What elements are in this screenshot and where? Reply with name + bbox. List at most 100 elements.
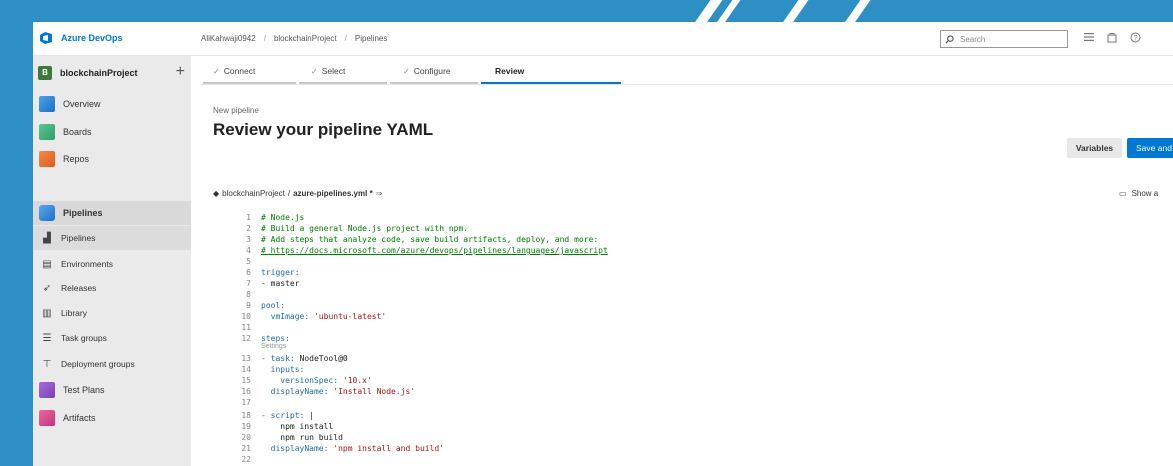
line-number: 17 [241, 398, 251, 407]
sidebar-item-overview[interactable]: Overview [33, 92, 191, 116]
add-icon[interactable]: + [176, 63, 185, 81]
sidebar-item-deployment-groups[interactable]: ⊤ Deployment groups [33, 352, 191, 376]
brand-name: Azure DevOps [61, 33, 123, 43]
project-name: blockchainProject [60, 68, 138, 78]
list-icon[interactable] [1082, 32, 1096, 46]
sidebar-item-label: Releases [61, 283, 97, 293]
brand[interactable]: Azure DevOps [39, 32, 123, 44]
sidebar-item-environments[interactable]: ▤ Environments [33, 252, 191, 276]
task-groups-icon: ☰ [42, 332, 52, 344]
breadcrumb: AliKahwaji0942 / blockchainProject / Pip… [201, 34, 387, 43]
variables-button[interactable]: Variables [1067, 138, 1122, 158]
code-text: displayName: 'Install Node.js' [261, 386, 416, 397]
sidebar-item-label: Boards [63, 127, 92, 137]
rename-icon[interactable]: ⇒ [376, 189, 383, 198]
sidebar-item-label: Overview [63, 99, 101, 109]
code-text: - master [261, 279, 300, 288]
step-progress-review [481, 82, 621, 84]
releases-icon: ➶ [42, 282, 52, 294]
code-text: # Add steps that analyze code, save buil… [261, 235, 599, 244]
breadcrumb-pipelines[interactable]: Pipelines [355, 34, 387, 43]
step-progress-connect [203, 82, 296, 84]
line-number: 19 [241, 422, 251, 431]
breadcrumb-separator: / [263, 34, 266, 43]
sidebar-item-test-plans[interactable]: Test Plans [33, 378, 191, 402]
yaml-value: NodeTool@0 [294, 354, 348, 363]
yaml-key: - script: [261, 411, 305, 420]
sidebar: B blockchainProject + Overview Boards Re… [33, 56, 191, 466]
boards-icon [39, 124, 55, 140]
code-text: trigger: [261, 268, 300, 277]
breadcrumb-separator: / [344, 34, 347, 43]
page-title: Review your pipeline YAML [213, 120, 434, 139]
yaml-value: '10.x' [338, 376, 372, 385]
shopping-bag-icon[interactable] [1105, 32, 1119, 46]
check-icon: ✓ [311, 66, 318, 76]
code-text: - task: NodeTool@0 [261, 353, 348, 364]
yaml-key: versionSpec: [261, 376, 339, 385]
step-label: Select [321, 66, 346, 76]
sidebar-item-label: Task groups [61, 333, 107, 343]
sidebar-item-label: Environments [61, 259, 113, 269]
save-and-run-button[interactable]: Save and r [1127, 138, 1173, 158]
file-name[interactable]: azure-pipelines.yml * [293, 189, 373, 198]
sidebar-item-task-groups[interactable]: ☰ Task groups [33, 326, 191, 350]
environments-icon: ▤ [42, 258, 52, 270]
sidebar-item-releases[interactable]: ➶ Releases [33, 276, 191, 300]
search-placeholder: Search [960, 34, 986, 44]
line-number: 1 [246, 213, 251, 222]
svg-text:?: ? [1133, 35, 1137, 42]
yaml-value: 'npm install and build' [328, 444, 445, 453]
file-path-separator: / [287, 189, 291, 198]
line-number: 16 [241, 387, 251, 396]
sidebar-item-pipelines-sub[interactable]: ▟ Pipelines [33, 226, 191, 250]
line-number: 13 [241, 354, 251, 363]
azure-devops-logo-icon [40, 32, 52, 44]
sidebar-item-label: Test Plans [63, 385, 105, 395]
yaml-key: displayName: [261, 387, 329, 396]
code-text: versionSpec: '10.x' [261, 375, 372, 386]
sidebar-item-library[interactable]: ▥ Library [33, 301, 191, 325]
overview-icon [39, 96, 55, 112]
codelens-settings[interactable]: Settings [261, 343, 286, 350]
azure-devops-window: Azure DevOps AliKahwaji0942 / blockchain… [33, 22, 1173, 466]
sidebar-item-artifacts[interactable]: Artifacts [33, 406, 191, 430]
search-box[interactable]: Search [940, 30, 1068, 48]
sidebar-item-repos[interactable]: Repos [33, 147, 191, 171]
line-number: 12 [241, 334, 251, 343]
line-number: 21 [241, 444, 251, 453]
code-text: # https://docs.microsoft.com/azure/devop… [261, 246, 608, 255]
assistant-icon: ▭ [1119, 189, 1127, 198]
show-assistant-toggle[interactable]: ▭ Show a [1119, 189, 1158, 198]
sidebar-item-label: Deployment groups [61, 359, 135, 369]
step-configure[interactable]: ✓ Configure [403, 66, 451, 76]
code-text: pool: [261, 301, 286, 310]
check-icon: ✓ [403, 66, 410, 76]
line-number: 18 [241, 411, 251, 420]
sidebar-item-label: Pipelines [61, 233, 96, 243]
line-number: 15 [241, 376, 251, 385]
project-header[interactable]: B blockchainProject + [33, 56, 191, 90]
sidebar-item-boards[interactable]: Boards [33, 120, 191, 144]
step-connect[interactable]: ✓ Connect [213, 66, 255, 76]
line-number: 3 [246, 235, 251, 244]
help-icon[interactable]: ? [1128, 32, 1142, 46]
code-text: npm install [261, 422, 334, 431]
file-path: ◆ blockchainProject / azure-pipelines.ym… [213, 189, 382, 198]
sidebar-item-label: Artifacts [63, 413, 96, 423]
sidebar-item-label: Pipelines [63, 208, 103, 218]
top-bar: Azure DevOps AliKahwaji0942 / blockchain… [33, 22, 1173, 56]
test-plans-icon [39, 382, 55, 398]
line-number: 6 [246, 268, 251, 277]
line-number: 11 [241, 323, 251, 332]
page-subtitle: New pipeline [213, 106, 259, 115]
step-review[interactable]: Review [495, 66, 524, 76]
file-repo[interactable]: blockchainProject [222, 189, 285, 198]
breadcrumb-project[interactable]: blockchainProject [274, 34, 337, 43]
project-badge: B [38, 66, 52, 80]
sidebar-item-pipelines[interactable]: Pipelines [33, 201, 191, 225]
line-number: 10 [241, 312, 251, 321]
breadcrumb-org[interactable]: AliKahwaji0942 [201, 34, 256, 43]
step-select[interactable]: ✓ Select [311, 66, 345, 76]
show-assistant-label: Show a [1131, 189, 1159, 198]
